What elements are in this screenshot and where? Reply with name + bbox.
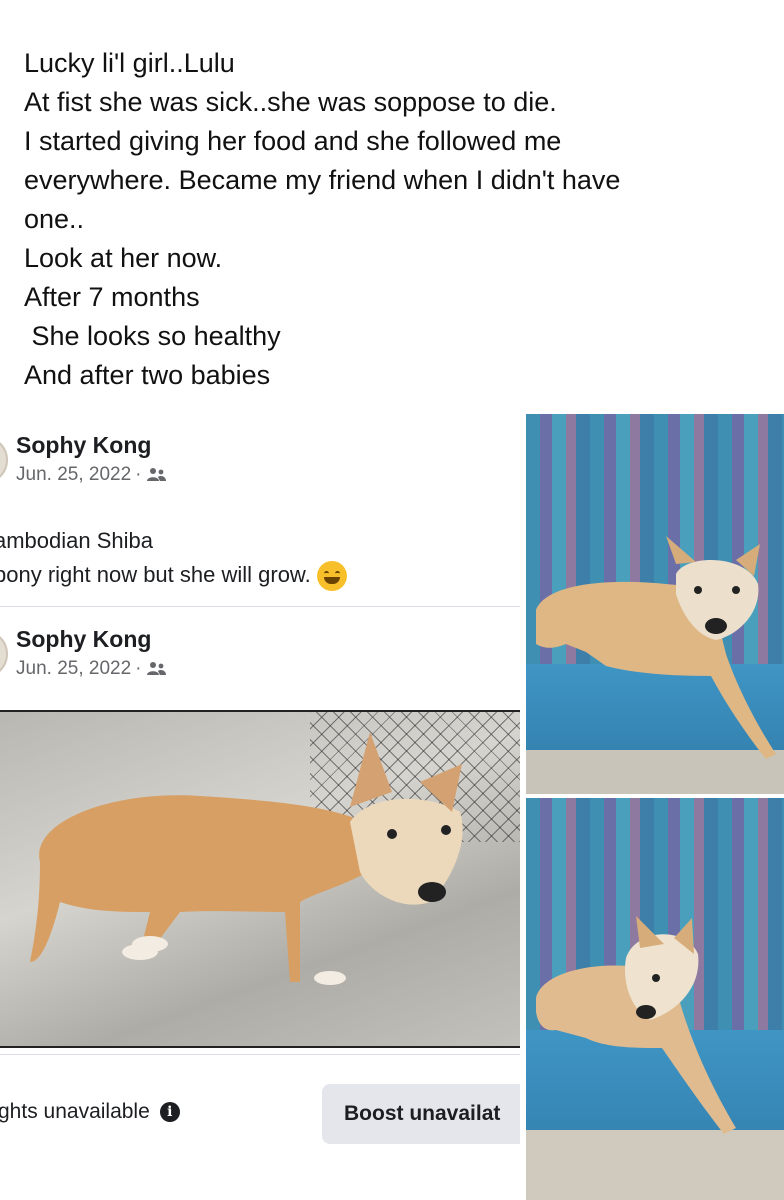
boost-button[interactable]: Boost unavailat [322,1084,520,1144]
post-meta: Jun. 25, 2022 · [16,464,167,486]
facebook-post-screenshot: Sophy Kong Jun. 25, 2022 · ambodian Shiba… [0,408,520,1200]
dog-photo[interactable] [526,414,784,794]
post-date[interactable]: Jun. 25, 2022 [16,658,131,679]
caption-line: everywhere. Became my friend when I didn… [24,165,621,195]
post-meta: Jun. 25, 2022 · [16,658,167,680]
grinning-sweat-emoji-icon [316,561,347,592]
post-text-line: bony right now but she will grow. [0,562,311,587]
post-date[interactable]: Jun. 25, 2022 [16,464,131,485]
friends-icon [147,661,167,675]
post-actions-row: ghts unavailable i Boost unavailat [0,1078,520,1158]
divider [0,606,520,607]
avatar[interactable] [0,630,8,678]
meta-separator: · [135,658,142,679]
dog-photo[interactable] [0,710,520,1048]
dog-illustration [536,916,736,1134]
dog-illustration [536,536,776,759]
avatar[interactable] [0,436,8,484]
author-name[interactable]: Sophy Kong [16,432,151,459]
caption-text: Lucky li'l girl..Lulu At fist she was si… [24,44,764,395]
caption-line: I started giving her food and she follow… [24,126,562,156]
author-name[interactable]: Sophy Kong [16,626,151,653]
post-text-line: ambodian Shiba [0,528,154,553]
post-header: Sophy Kong Jun. 25, 2022 · [0,428,520,488]
insights-unavailable: ghts unavailable i [0,1100,180,1124]
divider [0,1054,520,1055]
dog-photo[interactable] [526,798,784,1200]
info-icon[interactable]: i [159,1102,180,1123]
caption-line: After 7 months [24,282,200,312]
caption-line: one.. [24,204,85,234]
post-text-line-with-emoji: bony right now but she will grow. [0,558,347,592]
caption-line: Lucky li'l girl..Lulu [24,48,235,78]
meta-separator: · [135,464,142,485]
insights-label: ghts unavailable [0,1100,150,1123]
caption-line: And after two babies [24,360,271,390]
friends-icon [147,467,167,481]
dog-illustration [30,732,463,985]
shared-post-header: Sophy Kong Jun. 25, 2022 · [0,622,520,682]
caption-line: Look at her now. [24,243,223,273]
caption-line: At fist she was sick..she was soppose to… [24,87,557,117]
caption-line: She looks so healthy [24,321,281,351]
